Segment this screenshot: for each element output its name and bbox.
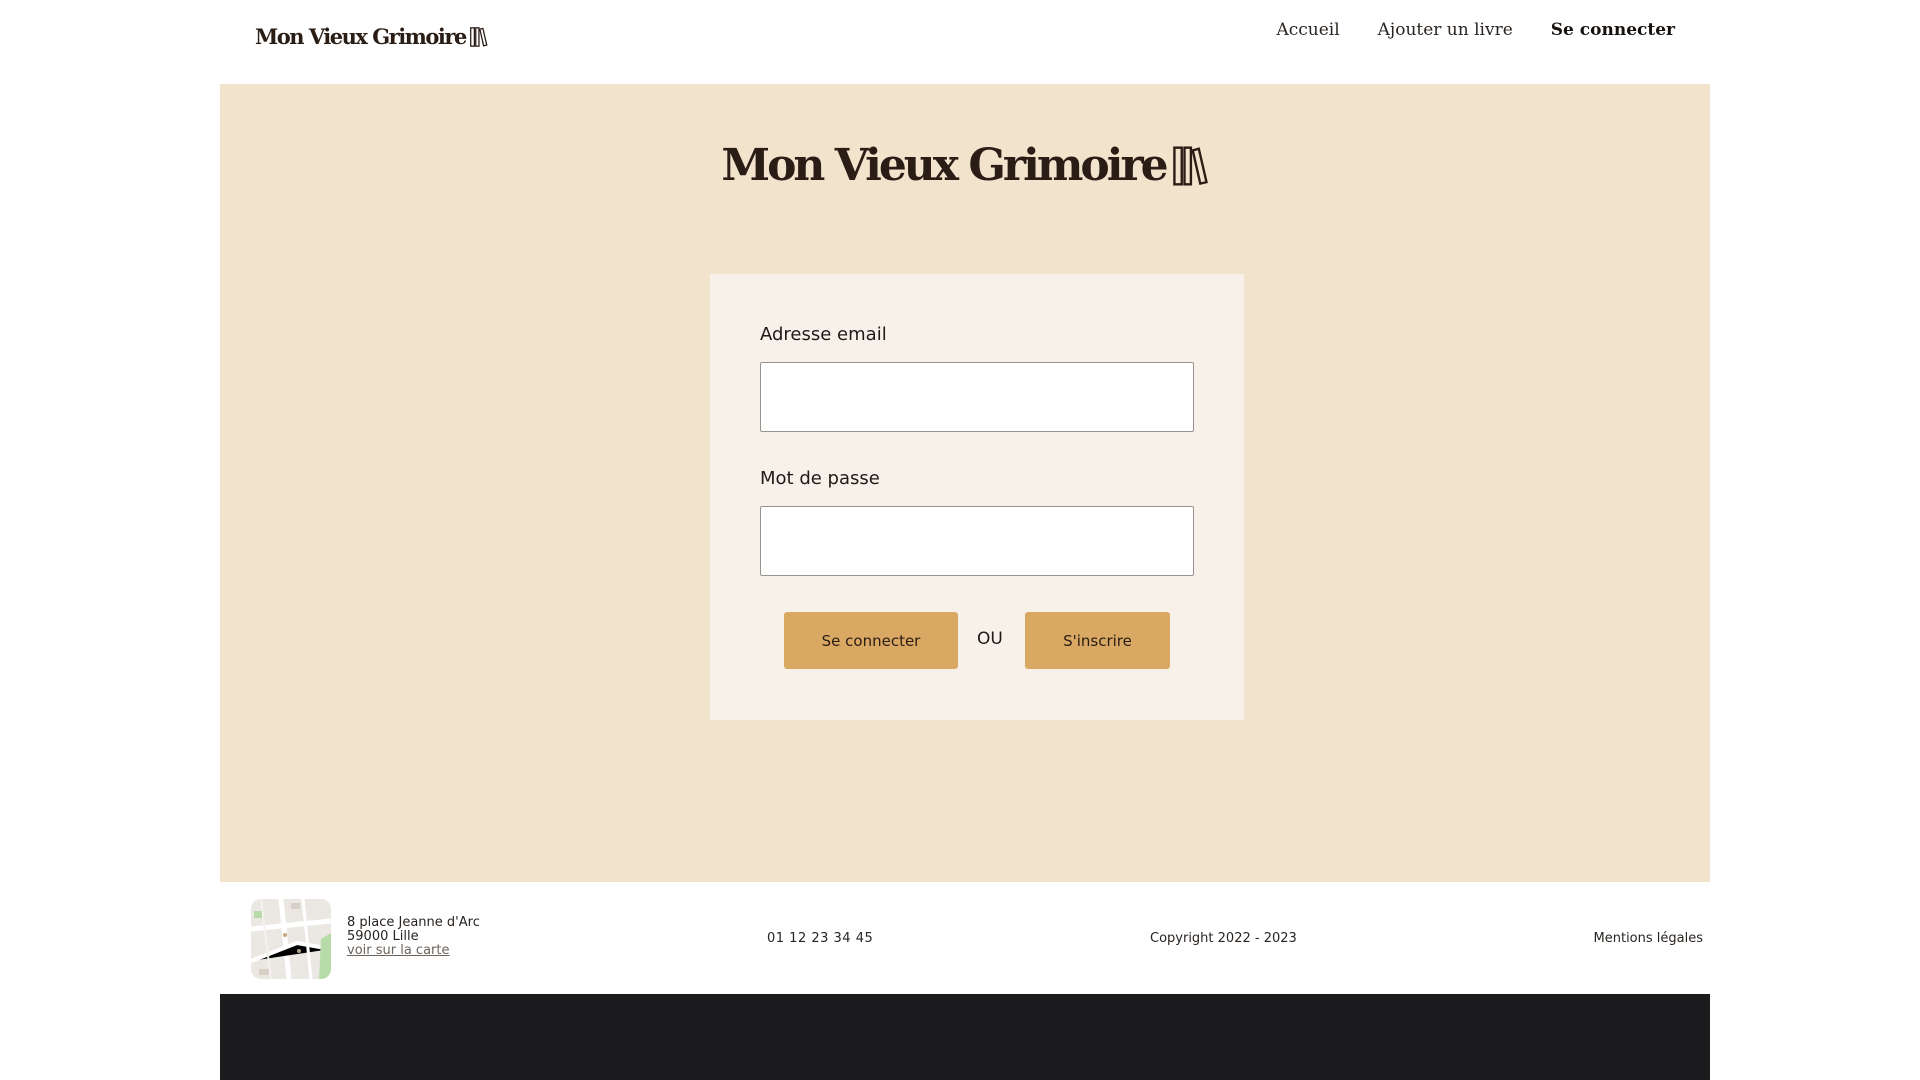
site-footer: 8 place Jeanne d'Arc 59000 Lille voir su… [220, 882, 1710, 994]
password-field[interactable] [760, 506, 1194, 576]
address-street: 8 place Jeanne d'Arc [347, 915, 480, 930]
header-logo-text: Mon Vieux Grimoire [255, 24, 467, 49]
email-field[interactable] [760, 362, 1194, 432]
nav-link-add-book[interactable]: Ajouter un livre [1378, 20, 1513, 40]
hero-logo-text: Mon Vieux Grimoire [721, 140, 1168, 191]
address-city: 59000 Lille [347, 929, 419, 944]
map-link[interactable]: voir sur la carte [347, 943, 450, 958]
nav-link-login[interactable]: Se connecter [1551, 20, 1675, 40]
site-header: Mon Vieux Grimoire Accueil Ajouter un li… [0, 0, 1920, 84]
header-logo[interactable]: Mon Vieux Grimoire [255, 24, 488, 49]
footer-copyright: Copyright 2022 - 2023 [1150, 931, 1297, 946]
email-label: Adresse email [760, 324, 887, 345]
signup-button[interactable]: S'inscrire [1025, 612, 1170, 669]
books-icon [469, 26, 488, 47]
nav-link-home[interactable]: Accueil [1276, 20, 1339, 40]
bottom-bar [220, 994, 1710, 1080]
password-label: Mot de passe [760, 468, 880, 489]
footer-phone: 01 12 23 34 45 [767, 931, 874, 946]
hero-logo: Mon Vieux Grimoire [220, 140, 1710, 191]
login-button[interactable]: Se connecter [784, 612, 958, 669]
address-block: 8 place Jeanne d'Arc 59000 Lille voir su… [347, 916, 480, 958]
map-icon [251, 899, 331, 979]
login-form: Adresse email Mot de passe Se connecter … [710, 274, 1244, 720]
legal-notice-link[interactable]: Mentions légales [1594, 931, 1703, 946]
books-icon [1172, 145, 1208, 186]
or-separator: OU [977, 629, 1003, 649]
main-nav: Accueil Ajouter un livre Se connecter [1238, 20, 1675, 40]
main-content: Mon Vieux Grimoire Adresse email Mot de … [220, 84, 1710, 882]
map-thumbnail[interactable] [251, 899, 331, 979]
